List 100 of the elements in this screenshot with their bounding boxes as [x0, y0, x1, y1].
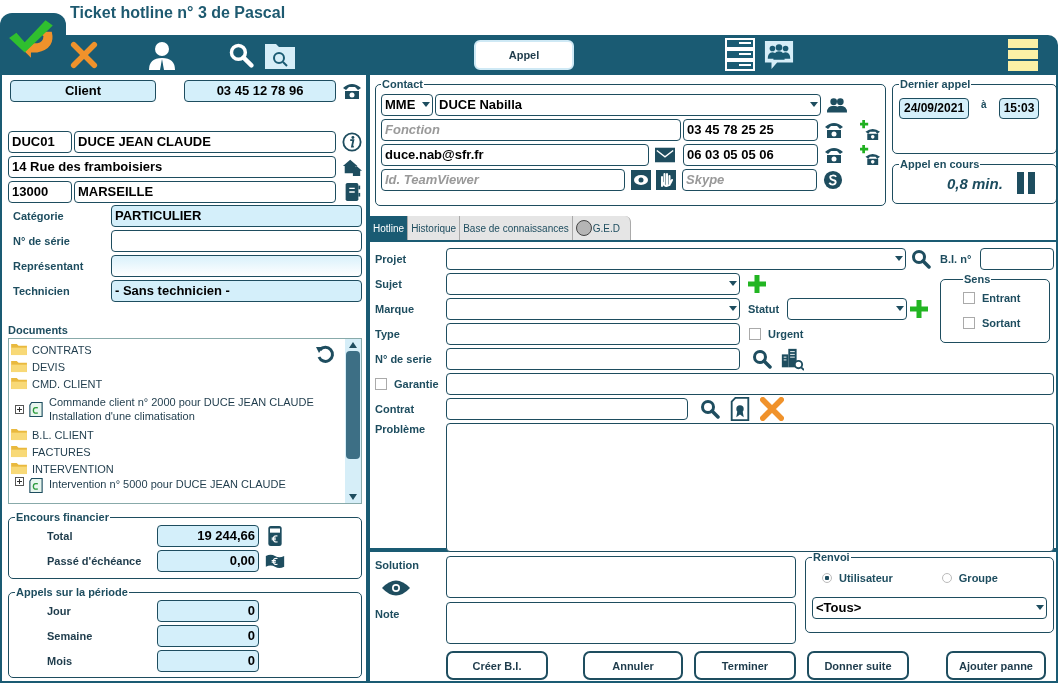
search-icon[interactable] — [911, 248, 931, 269]
group-chat-icon[interactable] — [763, 40, 795, 70]
add-icon[interactable] — [747, 273, 767, 294]
search-icon[interactable] — [752, 348, 772, 369]
warranty-checkbox[interactable] — [375, 377, 387, 390]
tab[interactable]: Hotline — [370, 216, 409, 240]
action-button[interactable]: Ajouter panne — [946, 651, 1046, 680]
serial-number-field[interactable] — [446, 347, 740, 370]
expand-icon[interactable] — [15, 477, 24, 486]
server-icon[interactable] — [725, 38, 755, 72]
brand-dropdown[interactable] — [446, 297, 740, 320]
search-icon[interactable] — [700, 398, 720, 419]
pause-icon[interactable] — [1015, 172, 1036, 194]
document-item[interactable]: Commande client n° 2000 pour DUCE JEAN CLAUDE Installation d'une climatisation — [49, 395, 314, 423]
folder-item[interactable]: DEVIS — [32, 360, 65, 373]
hand-icon[interactable] — [656, 169, 676, 190]
folder-item[interactable]: CMD. CLIENT — [32, 377, 103, 390]
scrollbar[interactable] — [345, 339, 361, 503]
direction-checkbox[interactable] — [963, 291, 975, 304]
call-duration: 0,8 min. — [947, 174, 1003, 192]
recipient-dropdown[interactable]: <Tous> — [812, 597, 1047, 619]
document-item[interactable]: Intervention n° 5000 pour DUCE JEAN CLAUDE — [49, 477, 286, 491]
add-phone-icon[interactable] — [860, 119, 880, 140]
checkbox-label: Garantie — [394, 377, 439, 390]
euro-calculator-icon[interactable] — [265, 525, 285, 546]
action-button[interactable]: Annuler — [583, 651, 683, 680]
count-field: 0 — [157, 624, 259, 647]
radio-button[interactable] — [822, 573, 832, 583]
email-field[interactable]: duce.nab@sfr.fr — [381, 143, 649, 166]
action-button[interactable]: Donner suite — [807, 651, 909, 680]
folder-item[interactable]: B.L. CLIENT — [32, 428, 94, 441]
telephone-icon[interactable] — [342, 81, 362, 101]
mail-icon[interactable] — [655, 146, 675, 163]
empty-field[interactable] — [111, 254, 362, 277]
mobile-field[interactable]: 06 03 05 05 06 — [683, 143, 818, 166]
time-field: 15:03 — [998, 98, 1040, 119]
client-field[interactable]: PARTICULIER — [111, 204, 362, 227]
project-dropdown[interactable] — [446, 247, 906, 270]
field-label: Sujet — [375, 277, 403, 290]
note-textarea[interactable] — [446, 602, 796, 644]
action-button[interactable]: Terminer — [694, 651, 796, 680]
action-button[interactable]: Créer B.I. — [446, 651, 548, 680]
city-field[interactable]: MARSEILLE — [74, 181, 336, 203]
folder-item[interactable]: CONTRATS — [32, 343, 92, 356]
subject-dropdown[interactable] — [446, 272, 740, 295]
certificate-icon[interactable] — [728, 396, 752, 421]
urgent-checkbox[interactable] — [749, 327, 761, 340]
eye-icon[interactable] — [381, 579, 411, 597]
section-heading: Contact — [381, 78, 424, 90]
tab[interactable]: Historique — [408, 216, 461, 240]
direction-checkbox[interactable] — [963, 316, 975, 329]
contact-name-dropdown[interactable]: DUCE Nabilla — [435, 93, 821, 116]
document-icon — [29, 477, 43, 494]
client-field[interactable]: - Sans technicien - — [111, 279, 362, 302]
civility-dropdown[interactable]: MME — [381, 93, 433, 116]
folder-item[interactable]: INTERVENTION — [32, 462, 114, 475]
client-code-field[interactable]: DUC01 — [8, 131, 72, 153]
field-label: Total — [46, 529, 74, 542]
empty-field[interactable] — [111, 229, 362, 252]
menu-icon[interactable] — [1008, 39, 1038, 71]
tab[interactable]: G.E.D — [572, 216, 631, 240]
postcode-field[interactable]: 13000 — [8, 181, 72, 203]
status-dropdown[interactable] — [787, 297, 908, 320]
client-phone-field[interactable]: 03 45 12 78 96 — [184, 80, 336, 102]
appel-button[interactable]: Appel — [474, 40, 574, 70]
contract-field[interactable] — [446, 397, 688, 420]
teamviewer-field[interactable]: Id. TeamViewer — [381, 168, 625, 191]
client-name-field[interactable]: DUCE JEAN CLAUDE — [74, 131, 336, 153]
add-phone-icon[interactable] — [860, 144, 880, 165]
address-field[interactable]: 14 Rue des framboisiers — [8, 156, 336, 178]
field-label: Catégorie — [12, 209, 65, 222]
function-field[interactable]: Fonction — [381, 118, 681, 141]
skype-field[interactable]: Skype — [682, 168, 817, 191]
radio-label: Groupe — [958, 572, 998, 584]
radio-button[interactable] — [941, 573, 952, 583]
folder-item[interactable]: FACTURES — [32, 445, 91, 458]
houses-icon[interactable] — [342, 157, 362, 177]
refresh-icon[interactable] — [315, 344, 335, 364]
expand-icon[interactable] — [15, 404, 24, 414]
field-label: Technicien — [12, 284, 71, 297]
solution-textarea[interactable] — [446, 556, 796, 598]
info-icon[interactable] — [342, 132, 362, 152]
section-heading: Encours financier — [15, 511, 110, 523]
add-icon[interactable] — [909, 298, 930, 319]
field-label: Solution — [375, 559, 419, 571]
skype-icon[interactable] — [823, 169, 843, 190]
warranty-field[interactable] — [446, 372, 1054, 395]
phone-field[interactable]: 03 45 78 25 25 — [683, 118, 818, 141]
scroll-down-icon[interactable] — [349, 494, 357, 500]
cancel-icon[interactable] — [70, 41, 98, 69]
folder-icon — [11, 462, 28, 475]
tab[interactable]: Base de connaissances — [460, 216, 573, 240]
scroll-up-icon[interactable] — [349, 342, 357, 348]
user-icon[interactable] — [146, 40, 178, 70]
folder-icon — [11, 377, 28, 390]
building-search-icon[interactable] — [780, 346, 804, 371]
bi-number-field[interactable] — [979, 247, 1054, 270]
type-field[interactable] — [446, 322, 740, 345]
eye-icon[interactable] — [631, 169, 651, 190]
radio-label: Utilisateur — [839, 572, 893, 584]
